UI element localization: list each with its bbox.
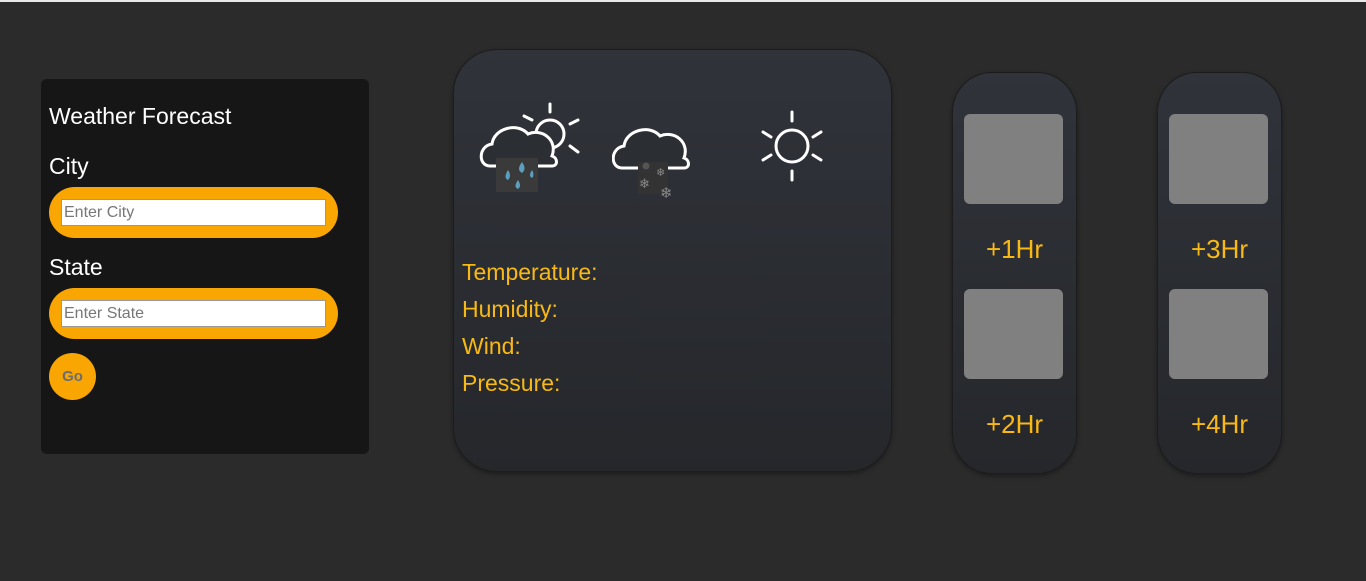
hourly-icon-placeholder <box>964 114 1063 204</box>
pressure-label: Pressure: <box>462 370 561 396</box>
hourly-card-1: +1Hr +2Hr <box>952 72 1077 474</box>
hourly-label-4: +4Hr <box>1190 409 1249 439</box>
city-label: City <box>49 153 89 179</box>
rain-sun-icon <box>479 102 580 192</box>
go-button[interactable]: Go <box>49 353 96 400</box>
hourly-label-1: +1Hr <box>985 234 1044 264</box>
current-weather-card: ❄ ❄ ❄ Temperature: Humidity: Wind: Press… <box>453 49 892 472</box>
temperature-label: Temperature: <box>462 259 598 285</box>
state-label: State <box>49 254 103 280</box>
city-field-wrapper <box>49 187 338 238</box>
search-panel: Weather Forecast City State Go <box>41 79 369 454</box>
hourly-label-3: +3Hr <box>1190 234 1249 264</box>
panel-title: Weather Forecast <box>49 103 232 129</box>
svg-text:❄: ❄ <box>660 184 673 202</box>
humidity-label: Humidity: <box>462 296 558 322</box>
hourly-icon-placeholder <box>1169 289 1268 379</box>
svg-text:❄: ❄ <box>656 166 665 179</box>
hourly-label-2: +2Hr <box>985 409 1044 439</box>
city-input[interactable] <box>61 199 326 226</box>
state-input[interactable] <box>61 300 326 327</box>
hourly-icon-placeholder <box>1169 114 1268 204</box>
hourly-icon-placeholder <box>964 289 1063 379</box>
svg-text:❄: ❄ <box>639 177 650 192</box>
state-field-wrapper <box>49 288 338 339</box>
weather-icon-row: ❄ ❄ ❄ <box>478 100 838 202</box>
wind-label: Wind: <box>462 333 521 359</box>
sun-icon <box>761 110 823 182</box>
hourly-card-2: +3Hr +4Hr <box>1157 72 1282 474</box>
snow-cloud-icon: ❄ ❄ ❄ <box>612 128 690 202</box>
